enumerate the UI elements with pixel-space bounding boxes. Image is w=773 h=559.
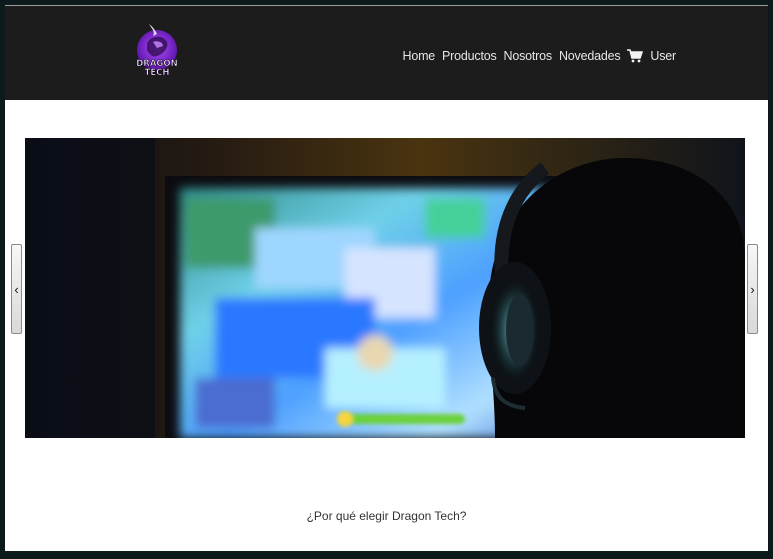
nav-item-novedades[interactable]: Novedades (559, 49, 621, 63)
shopping-cart-icon[interactable] (627, 49, 644, 63)
nav-item-nosotros[interactable]: Nosotros (504, 49, 553, 63)
nav-item-user[interactable]: User (650, 49, 676, 63)
carousel-prev-button[interactable]: ‹ (11, 244, 22, 334)
logo-text-line2: TECH (145, 68, 170, 78)
section-title: ¿Por qué elegir Dragon Tech? (306, 509, 467, 523)
nav-item-productos[interactable]: Productos (442, 49, 497, 63)
dragon-tech-logo[interactable]: DRAGON TECH (133, 20, 181, 82)
hero-carousel[interactable] (25, 138, 745, 438)
page-frame: DRAGON TECH Home Productos Nosotros Nove… (5, 5, 768, 551)
navbar: DRAGON TECH Home Productos Nosotros Nove… (5, 6, 768, 100)
carousel-next-button[interactable]: › (747, 244, 758, 334)
gamer-headset-photo (25, 138, 745, 438)
main-nav: Home Productos Nosotros Novedades User (403, 46, 677, 66)
nav-item-home[interactable]: Home (403, 49, 436, 63)
